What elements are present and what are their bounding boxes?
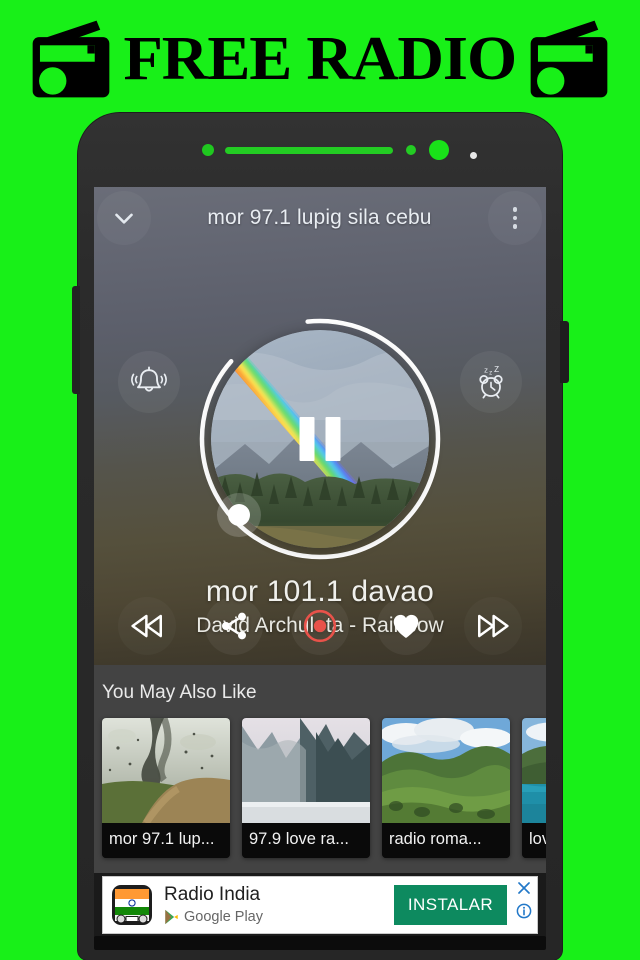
google-play-icon xyxy=(165,909,178,925)
ad-container: Radio India Google Play INSTALAR xyxy=(94,873,546,944)
page-banner: FREE RADIO xyxy=(0,0,640,118)
radio-icon xyxy=(32,20,110,98)
phone-mockup: mor 97.1 lupig sila cebu z z Z mor 101.1… xyxy=(72,113,569,960)
info-icon[interactable] xyxy=(516,903,532,919)
list-item-label: mor 97.1 lup... xyxy=(102,823,230,858)
player-section: mor 97.1 lupig sila cebu z z Z mor 101.1… xyxy=(94,187,546,665)
front-camera xyxy=(429,140,449,160)
sleep-timer-button[interactable]: z z Z xyxy=(460,351,522,413)
indicator-dot xyxy=(202,144,214,156)
svg-text:Z: Z xyxy=(494,365,499,374)
app-bar: mor 97.1 lupig sila cebu xyxy=(94,187,546,249)
list-item-label: radio roma... xyxy=(382,823,510,858)
lake-mountain-photo xyxy=(522,718,546,823)
radio-india-app-icon xyxy=(112,885,152,925)
sleep-timer-icon: z z Z xyxy=(479,365,503,399)
mountain-fjord-photo xyxy=(242,718,370,823)
list-item[interactable]: 97.9 love ra... xyxy=(242,718,370,858)
earpiece-speaker xyxy=(225,147,393,154)
sensor-dot xyxy=(470,152,477,159)
list-item-label: lov xyxy=(522,823,546,858)
fast-forward-icon xyxy=(477,614,509,638)
close-icon[interactable] xyxy=(516,880,532,896)
record-button[interactable] xyxy=(290,597,349,655)
pause-icon[interactable] xyxy=(299,417,341,461)
list-item[interactable]: radio roma... xyxy=(382,718,510,858)
heart-icon xyxy=(394,614,419,638)
svg-text:z: z xyxy=(484,366,488,375)
next-button[interactable] xyxy=(464,597,522,655)
ad-source-label: Google Play xyxy=(184,908,263,925)
phone-notch-row xyxy=(78,137,562,163)
suggestions-carousel[interactable]: mor 97.1 lup... 97.9 love ra... radio ro… xyxy=(94,718,546,858)
record-icon xyxy=(303,609,337,643)
overflow-menu-button[interactable] xyxy=(488,191,542,245)
suggestions-title: You May Also Like xyxy=(102,682,257,703)
collapse-player-button[interactable] xyxy=(97,191,151,245)
share-icon xyxy=(221,612,246,640)
player-controls xyxy=(94,597,546,655)
ad-install-button[interactable]: INSTALAR xyxy=(393,885,507,925)
suggestions-section: You May Also Like mor 97.1 lup... 97.9 l… xyxy=(94,665,546,873)
green-valley-photo xyxy=(382,718,510,823)
ad-title: Radio India xyxy=(164,884,261,906)
bell-icon xyxy=(131,366,167,392)
page-title: FREE RADIO xyxy=(123,25,518,93)
progress-knob[interactable] xyxy=(217,493,261,537)
chevron-down-icon xyxy=(115,213,133,224)
previous-button[interactable] xyxy=(118,597,176,655)
rewind-icon xyxy=(131,614,163,638)
indicator-dot xyxy=(406,145,416,155)
list-item-label: 97.9 love ra... xyxy=(242,823,370,858)
phone-screen: mor 97.1 lupig sila cebu z z Z mor 101.1… xyxy=(94,187,546,944)
ad-text: Radio India Google Play xyxy=(164,884,394,925)
alarm-bell-button[interactable] xyxy=(118,351,180,413)
app-bar-title: mor 97.1 lupig sila cebu xyxy=(207,206,432,229)
storm-road-photo xyxy=(102,718,230,823)
ad-banner[interactable]: Radio India Google Play INSTALAR xyxy=(102,876,538,934)
favorite-button[interactable] xyxy=(377,597,436,655)
ad-source: Google Play xyxy=(164,909,394,925)
more-vertical-icon xyxy=(512,207,518,229)
phone-bottom-bezel xyxy=(94,936,546,950)
radio-icon xyxy=(530,20,608,98)
list-item[interactable]: lov xyxy=(522,718,546,858)
album-art-container[interactable] xyxy=(199,318,441,560)
volume-button[interactable] xyxy=(72,286,80,394)
power-button[interactable] xyxy=(560,321,569,383)
share-button[interactable] xyxy=(204,597,263,655)
svg-text:z: z xyxy=(489,370,492,377)
list-item[interactable]: mor 97.1 lup... xyxy=(102,718,230,858)
